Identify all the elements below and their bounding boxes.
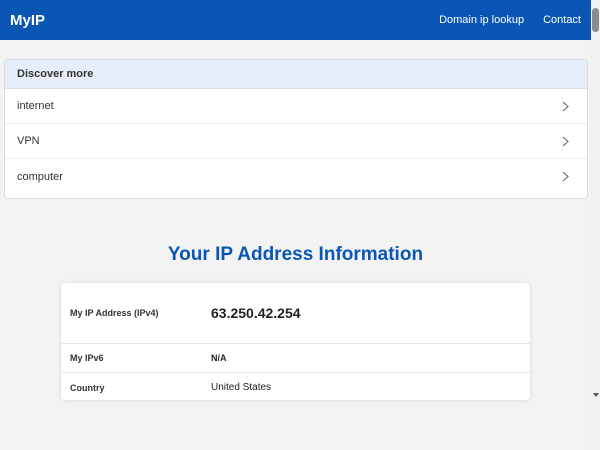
discover-item-label: internet	[17, 100, 54, 112]
discover-item-computer[interactable]: computer	[5, 159, 587, 194]
ip-value: 63.250.42.254	[211, 305, 301, 321]
chevron-right-icon	[562, 171, 569, 182]
brand-logo[interactable]: MyIP	[10, 12, 45, 29]
ip-value: N/A	[211, 353, 227, 363]
discover-item-internet[interactable]: internet	[5, 89, 587, 124]
ip-label: My IP Address (IPv4)	[70, 308, 159, 318]
ip-label: My IPv6	[70, 353, 104, 363]
ip-label: Country	[70, 382, 105, 393]
scroll-down-arrow-icon[interactable]	[593, 393, 599, 397]
nav-link-domain-ip-lookup[interactable]: Domain ip lookup	[439, 14, 524, 26]
discover-more-header: Discover more	[5, 60, 587, 89]
discover-more-panel: Discover more internet VPN computer	[4, 59, 588, 199]
chevron-right-icon	[562, 136, 569, 147]
ip-row-ipv6: My IPv6 N/A	[61, 344, 530, 373]
page-title: Your IP Address Information	[167, 244, 424, 265]
ip-value: United States	[211, 382, 272, 393]
nav-links: Domain ip lookup Contact	[439, 14, 581, 26]
nav-link-contact[interactable]: Contact	[543, 14, 581, 26]
navbar: MyIP Domain ip lookup Contact	[0, 0, 591, 40]
chevron-right-icon	[562, 101, 569, 112]
scrollbar-thumb[interactable]	[592, 8, 599, 32]
discover-item-vpn[interactable]: VPN	[5, 124, 587, 159]
ip-row-ipv4: My IP Address (IPv4) 63.250.42.254	[61, 283, 530, 344]
ip-info-card: My IP Address (IPv4) 63.250.42.254 My IP…	[61, 283, 530, 400]
ip-row-country: Country United States	[61, 373, 530, 400]
page-scrollbar[interactable]	[591, 0, 600, 450]
discover-item-label: computer	[17, 170, 63, 183]
discover-item-label: VPN	[17, 135, 40, 147]
